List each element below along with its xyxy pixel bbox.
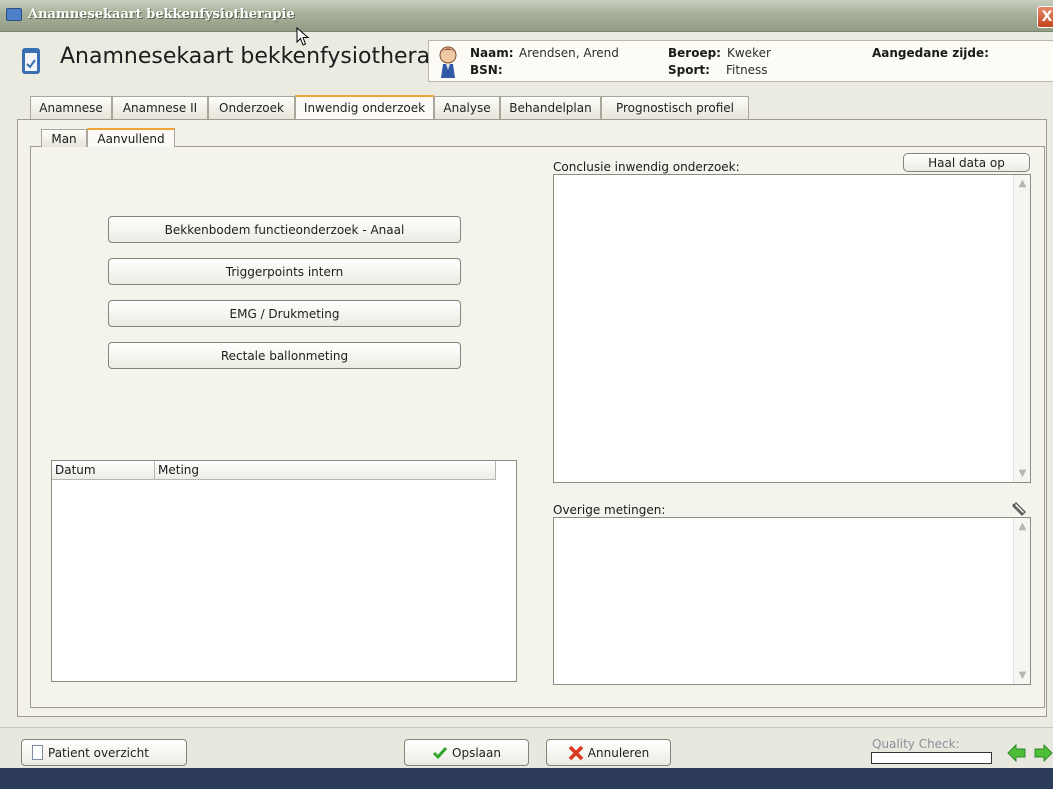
- beroep-value: Kweker: [727, 46, 771, 60]
- grid-header-meting[interactable]: Meting: [155, 461, 496, 480]
- aangedane-zijde-label: Aangedane zijde:: [872, 46, 989, 60]
- conclusie-scrollbar[interactable]: ▲ ▼: [1013, 175, 1030, 482]
- scroll-down-icon[interactable]: ▼: [1014, 667, 1031, 684]
- rectale-ballonmeting-button[interactable]: Rectale ballonmeting: [108, 342, 461, 369]
- scroll-up-icon[interactable]: ▲: [1014, 175, 1031, 192]
- eraser-icon[interactable]: [1010, 501, 1028, 517]
- window-title-bar: Anamnesekaart bekkenfysiotherapie: [0, 0, 1053, 32]
- clipboard-icon: [22, 48, 40, 74]
- tab-inwendig-onderzoek[interactable]: Inwendig onderzoek: [295, 95, 434, 119]
- metingen-grid[interactable]: [51, 460, 517, 682]
- tab-behandelplan[interactable]: Behandelplan: [500, 96, 601, 119]
- nav-arrows: [1007, 744, 1053, 762]
- tab-anamnese[interactable]: Anamnese: [30, 96, 112, 119]
- beroep-label: Beroep:: [668, 46, 721, 60]
- conclusie-label: Conclusie inwendig onderzoek:: [553, 160, 740, 174]
- grid-header-datum[interactable]: Datum: [52, 461, 155, 480]
- naam-value: Arendsen, Arend: [519, 46, 619, 60]
- close-window-button[interactable]: X: [1037, 6, 1053, 28]
- overige-metingen-label: Overige metingen:: [553, 503, 666, 517]
- opslaan-label: Opslaan: [452, 745, 501, 760]
- conclusie-textarea[interactable]: ▲ ▼: [553, 174, 1031, 483]
- bekkenbodem-functieonderzoek-button[interactable]: Bekkenbodem functieonderzoek - Anaal: [108, 216, 461, 243]
- quality-check-progress: [871, 752, 992, 764]
- next-arrow-icon[interactable]: [1034, 744, 1053, 762]
- checkmark-icon: [432, 746, 448, 759]
- opslaan-button[interactable]: Opslaan: [404, 739, 529, 766]
- emg-drukmeting-button[interactable]: EMG / Drukmeting: [108, 300, 461, 327]
- haal-data-op-button[interactable]: Haal data op: [903, 153, 1030, 172]
- quality-check-label: Quality Check:: [872, 737, 960, 751]
- tab-onderzoek[interactable]: Onderzoek: [208, 96, 295, 119]
- annuleren-label: Annuleren: [587, 745, 650, 760]
- sport-value: Fitness: [726, 63, 768, 77]
- tab-anamnese-ii[interactable]: Anamnese II: [112, 96, 208, 119]
- annuleren-button[interactable]: Annuleren: [546, 739, 671, 766]
- tab-analyse[interactable]: Analyse: [434, 96, 500, 119]
- sport-label: Sport:: [668, 63, 710, 77]
- naam-label: Naam:: [470, 46, 514, 60]
- patient-overzicht-label: Patient overzicht: [48, 745, 149, 760]
- patient-overzicht-button[interactable]: Patient overzicht: [21, 739, 187, 766]
- window-icon: [6, 8, 22, 21]
- scroll-down-icon[interactable]: ▼: [1014, 465, 1031, 482]
- subtab-aanvullend[interactable]: Aanvullend: [87, 128, 175, 147]
- overige-scrollbar[interactable]: ▲ ▼: [1013, 518, 1030, 684]
- overige-metingen-textarea[interactable]: ▲ ▼: [553, 517, 1031, 685]
- scroll-up-icon[interactable]: ▲: [1014, 518, 1031, 535]
- bsn-label: BSN:: [470, 63, 503, 77]
- patient-avatar-icon: [439, 46, 457, 78]
- window-title: Anamnesekaart bekkenfysiotherapie: [28, 7, 295, 22]
- document-icon: [32, 745, 43, 760]
- taskbar-strip: [0, 768, 1053, 789]
- app-title: Anamnesekaart bekkenfysiotherapie: [60, 44, 464, 69]
- tab-prognostisch-profiel[interactable]: Prognostisch profiel: [601, 96, 749, 119]
- previous-arrow-icon[interactable]: [1007, 744, 1026, 762]
- cancel-x-icon: [568, 745, 584, 760]
- subtab-man[interactable]: Man: [41, 129, 87, 147]
- triggerpoints-intern-button[interactable]: Triggerpoints intern: [108, 258, 461, 285]
